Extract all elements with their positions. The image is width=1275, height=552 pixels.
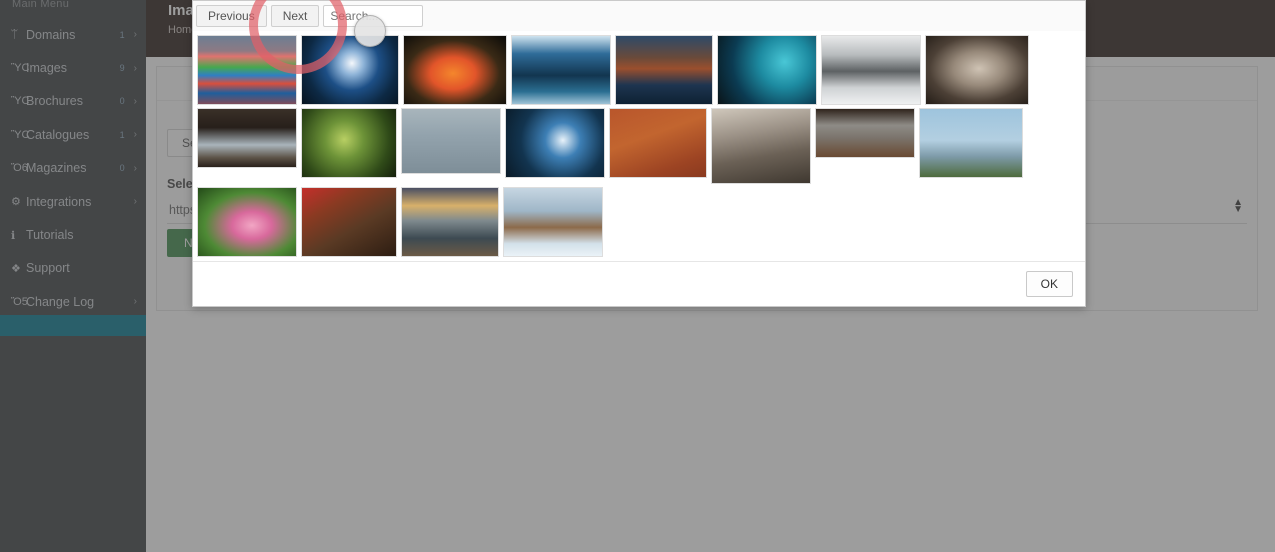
thumbnail-row [193,187,1085,260]
thumbnail-crocodile-in-dark-water[interactable] [197,108,297,168]
thumbnail-person-silhouette-teal-bokeh[interactable] [717,35,817,105]
thumbnail-blue-winter-trees-water[interactable] [511,35,611,105]
thumbnail-glass-sphere-snow-scene[interactable] [505,108,605,178]
thumbnail-tabby-cat-portrait[interactable] [925,35,1029,105]
previous-button[interactable]: Previous [196,5,267,27]
image-picker-modal: Previous Next OK [192,0,1086,307]
thumbnail-grid [193,31,1085,261]
thumbnail-bird-on-red-earth[interactable] [609,108,707,178]
thumbnail-pink-orchid-flowers[interactable] [197,187,297,257]
thumbnail-crocodile-head-closeup[interactable] [815,108,915,158]
thumbnail-lake-dock-sunset[interactable] [401,187,499,257]
modal-footer: OK [193,261,1085,306]
thumbnail-birds-over-mountains[interactable] [919,108,1023,178]
thumbnail-row [193,108,1085,187]
thumbnail-orange-fish-aquarium[interactable] [403,35,507,105]
thumbnail-snowy-tree-stump[interactable] [503,187,603,257]
search-input[interactable] [323,5,424,27]
thumbnail-green-leaves-bokeh[interactable] [301,108,397,178]
ok-button[interactable]: OK [1025,271,1073,297]
thumbnail-row [193,35,1085,108]
thumbnail-castle-reflection-night[interactable] [615,35,713,105]
thumbnail-winter-train-monochrome[interactable] [821,35,921,105]
thumbnail-iguana-on-driftwood[interactable] [711,108,811,184]
thumbnail-colorful-houses-reflection[interactable] [197,35,297,105]
screen: Main Menu ᛠDomains1›ὛCImages9›ὛCBrochure… [0,0,1275,552]
thumbnail-geese-flying-grey-sky[interactable] [401,108,501,174]
thumbnail-red-book-and-papers[interactable] [301,187,397,257]
thumbnail-glass-sphere-sun-clouds[interactable] [301,35,399,105]
modal-toolbar: Previous Next [193,1,1085,31]
next-page-button[interactable]: Next [270,5,320,27]
